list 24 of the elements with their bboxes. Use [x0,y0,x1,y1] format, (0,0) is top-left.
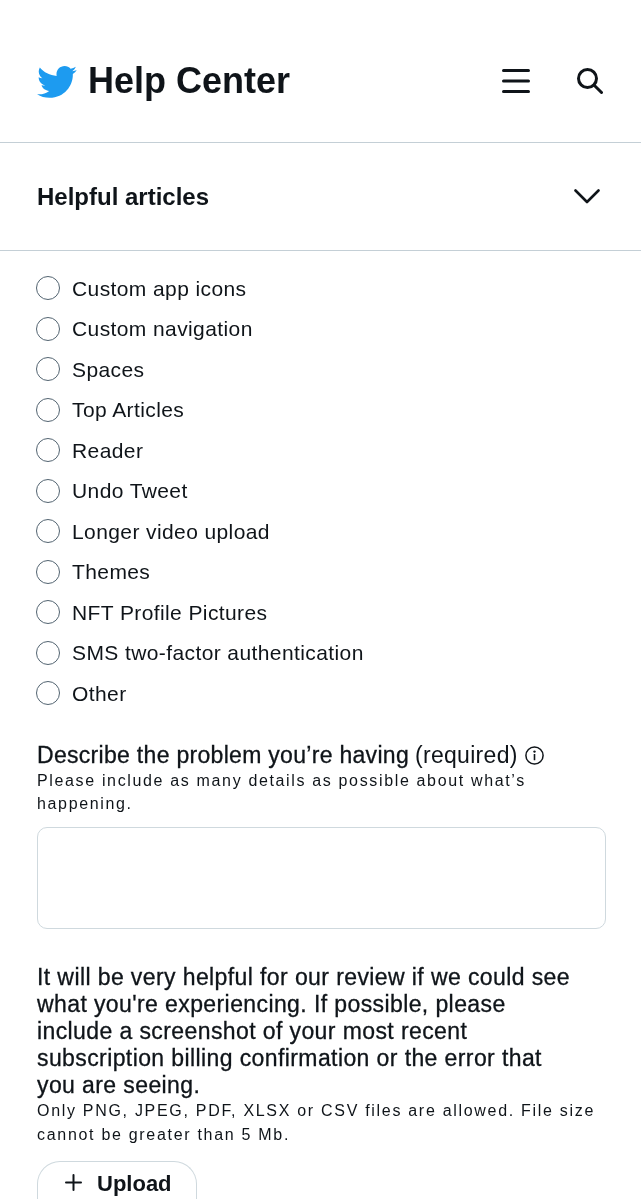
option-label[interactable]: SMS two-factor authentication [72,640,364,666]
option-label[interactable]: Custom navigation [72,316,253,342]
file-rules-text: Only PNG, JPEG, PDF, XLSX or CSV files are allowed. File size cannot be greater than 5 Mb. [37,1100,597,1145]
required-note: (required) [415,741,518,769]
menu-icon[interactable] [502,69,530,93]
description-field[interactable] [37,826,606,929]
bird-logo-icon [37,64,77,98]
option-label[interactable]: Reader [72,437,144,463]
option-label[interactable]: Themes [72,559,151,585]
search-icon[interactable] [577,68,603,94]
option-label[interactable]: Custom app icons [72,275,247,301]
option-label[interactable]: NFT Profile Pictures [72,599,268,625]
option-label[interactable]: Other [72,680,127,706]
upload-button[interactable]: Upload [37,1160,197,1199]
option-label[interactable]: Undo Tweet [72,478,188,504]
info-icon[interactable] [524,745,544,765]
question-label: Describe the problem you’re having [37,741,409,769]
option-label[interactable]: Longer video upload [72,518,270,544]
option-label[interactable]: Spaces [72,356,145,382]
help-center-title[interactable]: Help Center [88,63,291,99]
plus-icon [65,1173,82,1191]
option-label[interactable]: Top Articles [72,397,185,423]
screenshot-request-text: It will be very helpful for our review if we could see what you're experiencing. If possible, please include a screenshot of your most recent subscription billing confirmation or the error that you are seeing. [37,963,571,1099]
question-hint: Please include as many details as possible about what’s happening. [37,770,527,814]
